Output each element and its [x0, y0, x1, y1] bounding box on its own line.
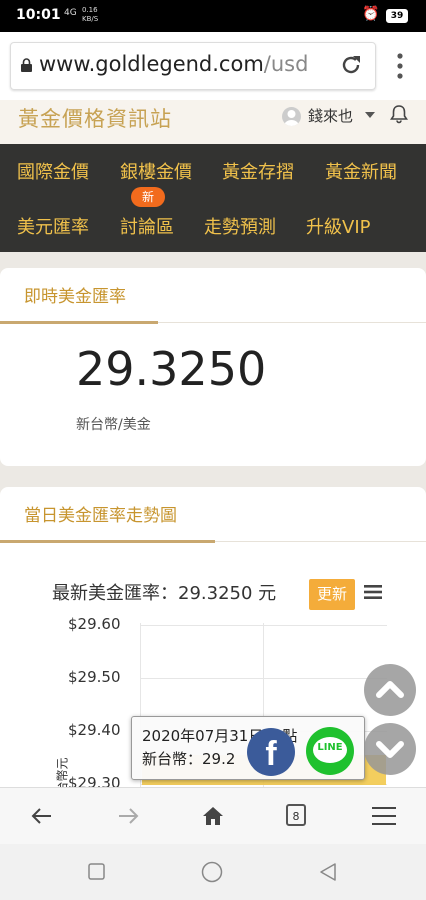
- back-triangle-icon[interactable]: [318, 862, 338, 882]
- net-speed: 0.16 KB/S: [82, 6, 98, 24]
- signal-icon: 4G: [64, 8, 77, 18]
- net-speed-value: 0.16: [82, 6, 98, 14]
- title-underline: [0, 321, 158, 324]
- url-field[interactable]: www.goldlegend.com/usd: [10, 42, 376, 90]
- grid-line: [141, 678, 387, 679]
- nav-trend-forecast[interactable]: 走勢預測: [204, 213, 276, 239]
- menu-icon[interactable]: [372, 804, 396, 828]
- browser-url-bar: www.goldlegend.com/usd: [0, 32, 426, 100]
- site-title[interactable]: 黃金價格資訊站: [18, 103, 172, 133]
- net-speed-unit: KB/S: [82, 15, 99, 23]
- browser-toolbar: 8: [0, 787, 426, 845]
- forward-arrow-icon[interactable]: [116, 804, 140, 828]
- url-text: www.goldlegend.com/usd: [39, 52, 308, 76]
- url-path: /usd: [263, 52, 309, 76]
- status-time: 10:01: [16, 7, 61, 23]
- chart-title: 最新美金匯率：29.3250 元: [52, 583, 277, 604]
- home-icon[interactable]: [201, 804, 225, 828]
- nav-forum[interactable]: 討論區: [120, 213, 174, 239]
- line-label: LINE: [317, 742, 343, 753]
- usd-rate-value: 29.3250: [76, 342, 267, 396]
- nav-jeweler-gold[interactable]: 銀樓金價: [120, 158, 192, 184]
- chart-menu-icon[interactable]: [364, 585, 382, 599]
- android-nav-bar: [0, 844, 426, 900]
- avatar-icon: [284, 110, 299, 126]
- card-header: 即時美金匯率: [0, 268, 426, 324]
- site-header: 黃金價格資訊站 錢來也: [0, 100, 426, 144]
- nav-international-gold[interactable]: 國際金價: [17, 158, 89, 184]
- recents-icon[interactable]: [88, 863, 105, 880]
- nav-gold-passbook[interactable]: 黃金存摺: [222, 158, 294, 184]
- tab-count-button[interactable]: 8: [286, 804, 306, 826]
- y-tick-label: $29.50: [68, 668, 121, 686]
- update-button[interactable]: 更新: [309, 579, 355, 610]
- bell-icon[interactable]: [388, 103, 410, 125]
- home-circle-icon[interactable]: [201, 861, 223, 883]
- card-header: 當日美金匯率走勢圖: [0, 487, 426, 543]
- title-underline: [0, 540, 215, 543]
- lock-icon: [21, 58, 32, 72]
- y-tick-label: $29.60: [68, 615, 121, 633]
- user-avatar[interactable]: [282, 107, 301, 126]
- new-badge: 新: [131, 187, 165, 207]
- card-title: 即時美金匯率: [24, 287, 126, 307]
- daily-trend-card: 當日美金匯率走勢圖 最新美金匯率：29.3250 元 更新 $29.60 $29…: [0, 487, 426, 800]
- alarm-icon: ⏰: [362, 6, 380, 22]
- nav-upgrade-vip[interactable]: 升級VIP: [306, 213, 370, 239]
- tooltip-value: 新台幣：29.2: [142, 750, 236, 768]
- facebook-share-button[interactable]: f: [247, 728, 295, 776]
- nav-usd-rate[interactable]: 美元匯率: [17, 213, 89, 239]
- grid-line: [141, 625, 387, 626]
- url-domain: www.goldlegend.com: [39, 52, 264, 76]
- rate-unit: 新台幣/美金: [76, 417, 151, 433]
- status-bar: 10:01 4G 0.16 KB/S ⏰ 39: [0, 0, 426, 32]
- nav-gold-news[interactable]: 黃金新聞: [325, 158, 397, 184]
- reload-icon[interactable]: [339, 53, 363, 77]
- scroll-up-button[interactable]: [364, 664, 416, 716]
- battery-icon: 39: [386, 9, 408, 23]
- username[interactable]: 錢來也: [308, 105, 353, 126]
- card-title: 當日美金匯率走勢圖: [24, 506, 177, 526]
- line-share-button[interactable]: LINE: [306, 727, 354, 775]
- scroll-down-button[interactable]: [364, 723, 416, 775]
- chevron-down-icon[interactable]: [365, 112, 375, 118]
- main-nav: 國際金價 銀樓金價 黃金存摺 黃金新聞 美元匯率 討論區 新 走勢預測 升級VI…: [0, 144, 426, 252]
- y-tick-label: $29.40: [68, 721, 121, 739]
- more-options-icon[interactable]: [390, 50, 410, 82]
- back-arrow-icon[interactable]: [30, 804, 54, 828]
- realtime-rate-card: 即時美金匯率 29.3250 新台幣/美金: [0, 268, 426, 466]
